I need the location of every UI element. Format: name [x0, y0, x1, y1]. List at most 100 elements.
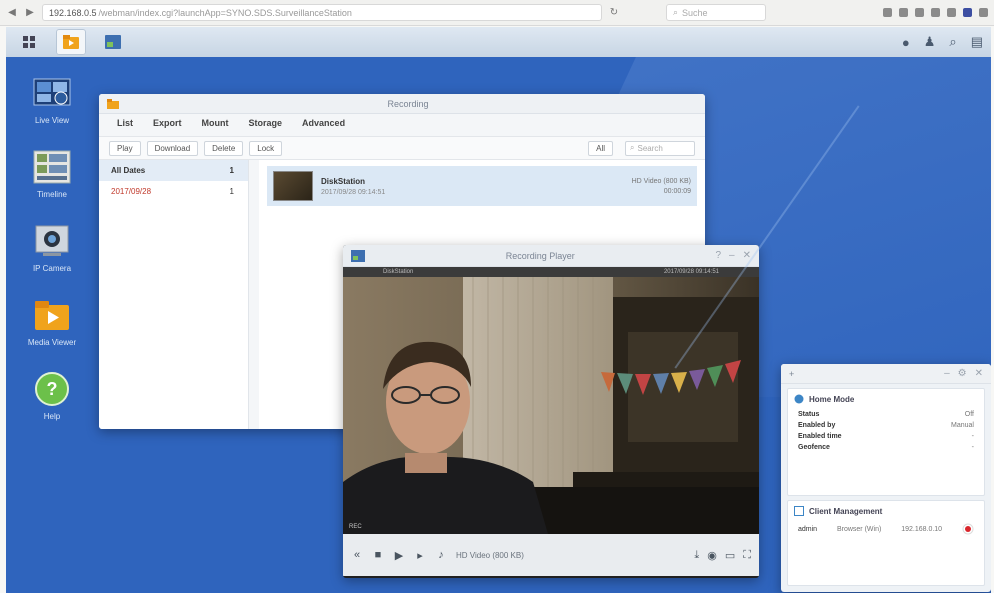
volume-icon[interactable]: ♪ — [435, 549, 447, 561]
recording-toolbar: Play Download Delete Lock All ⌕ Search — [99, 136, 705, 160]
search-icon[interactable]: ⌕ — [949, 34, 956, 50]
widget-row: Enabled by Manual — [788, 420, 984, 431]
filter-dropdown[interactable]: All — [588, 140, 613, 156]
recording-meta: DiskStation 2017/09/28 09:14:51 — [321, 177, 624, 196]
download-icon[interactable]: ⤓ — [694, 549, 699, 562]
grid-icon — [23, 36, 35, 48]
app-folder-icon — [107, 98, 119, 109]
home-mode-widget: Home Mode Status Off Enabled by Manual Ena… — [787, 388, 985, 496]
bookmark-icon[interactable] — [883, 8, 892, 17]
live-view-icon — [32, 75, 72, 111]
client-icon — [794, 506, 804, 516]
ip-camera-icon — [32, 223, 72, 259]
player-timestamp: 2017/09/28 09:14:51 — [663, 269, 719, 275]
desktop-icon-timeline[interactable]: Timeline — [22, 149, 82, 199]
sidebar-item-label: 2017/09/28 — [111, 187, 152, 196]
recording-thumbnail — [273, 171, 313, 201]
tab-mount[interactable]: Mount — [202, 118, 229, 136]
fullscreen-icon[interactable]: ⛶ — [743, 549, 751, 562]
recording-duration: 00:00:09 — [663, 187, 691, 195]
back-arrow-icon[interactable]: ◀ — [6, 7, 18, 19]
screen-icon[interactable]: ▭ — [725, 549, 735, 562]
widget-panel: + – ⚙ ✕ Home Mode Status Off Enabled by Ma… — [781, 364, 991, 592]
minimize-icon[interactable]: – — [944, 368, 950, 379]
play-icon[interactable]: ▶ — [393, 549, 405, 562]
rewind-icon[interactable]: « — [351, 549, 363, 561]
desktop-icon-live-view[interactable]: Live View — [22, 75, 82, 125]
taskbar-app-recording[interactable] — [56, 29, 86, 55]
widget-row-label: Enabled time — [798, 433, 842, 440]
desktop-icon-ip-camera[interactable]: IP Camera — [22, 223, 82, 273]
client-app: Browser (Win) — [836, 525, 882, 533]
video-overlay-text: REC — [349, 524, 362, 530]
player-titlebar[interactable]: Recording Player ? – ✕ — [343, 245, 759, 267]
sidebar-item-count: 1 — [229, 166, 234, 175]
player-right-controls: ⤓ ◉ ▭ ⛶ — [694, 549, 751, 562]
player-controls: « ■ ▶ ▸ ♪ HD Video (800 KB) ⤓ ◉ ▭ ⛶ — [343, 534, 759, 576]
recording-search-input[interactable]: ⌕ Search — [625, 140, 695, 156]
tab-advanced[interactable]: Advanced — [302, 118, 345, 136]
help-icon[interactable]: ? — [715, 250, 721, 261]
close-icon[interactable]: ✕ — [975, 368, 983, 379]
minimize-icon[interactable]: – — [729, 250, 735, 261]
sidebar-item-date[interactable]: 2017/09/28 1 — [99, 181, 248, 202]
delete-button[interactable]: Delete — [204, 140, 244, 156]
tab-storage[interactable]: Storage — [249, 118, 283, 136]
desktop-icon-label: Live View — [34, 116, 70, 125]
client-ip: 192.168.0.10 — [901, 525, 943, 533]
widget-row: Enabled time - — [788, 431, 984, 442]
desktop-icon-media-viewer[interactable]: Media Viewer — [22, 297, 82, 347]
widget-add-icon[interactable]: + — [789, 369, 794, 379]
record-icon[interactable] — [962, 523, 974, 535]
user-icon[interactable]: ♟ — [924, 34, 936, 50]
video-frame[interactable]: REC — [343, 277, 759, 534]
widget-controls: – ⚙ ✕ — [944, 368, 983, 379]
widget-titlebar: + – ⚙ ✕ — [781, 364, 991, 384]
snapshot-icon[interactable]: ◉ — [707, 549, 717, 562]
status-toggle[interactable]: Off — [965, 411, 974, 418]
menu-icon[interactable] — [979, 8, 988, 17]
home-icon[interactable] — [931, 8, 940, 17]
stop-icon[interactable]: ■ — [372, 549, 384, 561]
play-button[interactable]: Play — [109, 140, 141, 156]
download-icon[interactable] — [915, 8, 924, 17]
home-mode-title: Home Mode — [809, 394, 855, 404]
extension-icon[interactable] — [947, 8, 956, 17]
recording-time: 2017/09/28 09:14:51 — [321, 188, 386, 196]
svg-text:?: ? — [47, 379, 58, 399]
media-viewer-icon — [32, 297, 72, 333]
address-bar[interactable]: 192.168.0.5 /webman/index.cgi?launchApp=… — [42, 4, 602, 21]
recording-quality: HD Video (800 KB) — [631, 177, 691, 185]
recording-window-titlebar[interactable]: Recording — [99, 94, 705, 114]
client-management-header: Client Management — [788, 501, 984, 521]
search-icon: ⌕ — [630, 143, 635, 152]
main-menu-button[interactable] — [14, 29, 44, 55]
reload-icon[interactable]: ↻ — [608, 7, 620, 19]
forward-arrow-icon[interactable]: ▶ — [24, 7, 36, 19]
window-controls: ? – ✕ — [715, 250, 751, 261]
list-item[interactable]: DiskStation 2017/09/28 09:14:51 HD Video… — [267, 166, 697, 206]
player-app-icon — [105, 35, 121, 49]
widget-row-label: Geofence — [798, 444, 830, 451]
folder-play-icon — [63, 35, 79, 49]
pocket-icon[interactable] — [963, 8, 972, 17]
browser-search-placeholder: Suche — [682, 7, 708, 18]
settings-icon[interactable]: ⚙ — [958, 368, 967, 379]
taskbar-app-player[interactable] — [98, 29, 128, 55]
sidebar-item-all-dates[interactable]: All Dates 1 — [99, 160, 248, 181]
browser-search-field[interactable]: ⌕ Suche — [666, 4, 766, 21]
close-icon[interactable]: ✕ — [743, 250, 751, 261]
library-icon[interactable] — [899, 8, 908, 17]
widget-row-value: - — [971, 444, 974, 451]
widgets-icon[interactable]: ▤ — [971, 34, 983, 50]
download-button[interactable]: Download — [146, 140, 199, 156]
url-host: 192.168.0.5 — [49, 7, 97, 18]
lock-button[interactable]: Lock — [249, 140, 283, 156]
tab-export[interactable]: Export — [153, 118, 182, 136]
sidebar-item-count: 1 — [229, 187, 234, 196]
desktop-icon-help[interactable]: ? Help — [22, 371, 82, 421]
tab-list[interactable]: List — [117, 118, 133, 136]
timeline-icon — [32, 149, 72, 185]
notification-icon[interactable]: ● — [902, 35, 910, 50]
next-frame-icon[interactable]: ▸ — [414, 549, 426, 562]
